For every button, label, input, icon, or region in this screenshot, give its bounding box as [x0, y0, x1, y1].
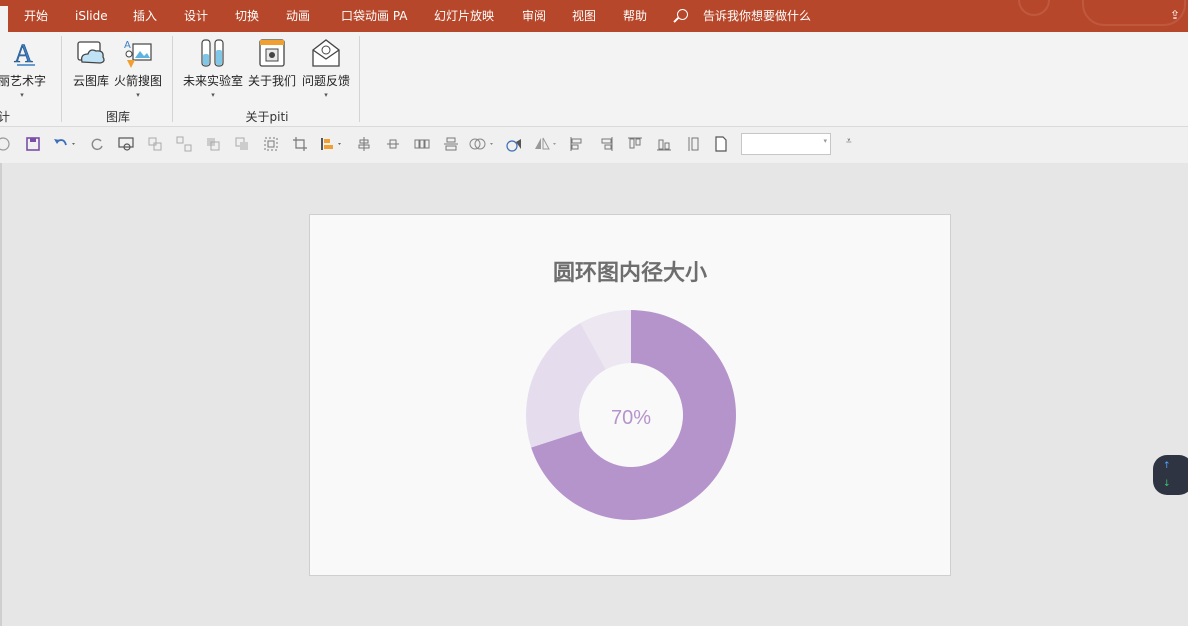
dog-icon[interactable] [505, 135, 523, 153]
tab-help[interactable]: 帮助 [623, 0, 647, 32]
ungroup-icon[interactable] [175, 135, 193, 153]
align-left-icon[interactable] [568, 135, 586, 153]
slideshow-icon[interactable] [117, 135, 135, 153]
chevron-down-icon: ▾ [136, 91, 140, 99]
feedback-button[interactable]: 问题反馈 ▾ [300, 36, 352, 99]
share-icon[interactable]: ⇪ [1170, 8, 1184, 22]
group-label-about-piti: 关于piti [245, 110, 289, 124]
tab-animations[interactable]: 动画 [286, 0, 310, 32]
future-lab-button[interactable]: 未来实验室 ▾ [182, 36, 244, 99]
flask-icon [196, 36, 230, 70]
feedback-mail-icon [309, 36, 343, 70]
decoration-circle [1018, 0, 1050, 16]
wordart-icon: A [5, 36, 39, 70]
tab-review[interactable]: 审阅 [522, 0, 546, 32]
size-combo-box[interactable]: ▾ [741, 133, 831, 155]
svg-text:A: A [124, 40, 131, 51]
cloud-gallery-label: 云图库 [72, 74, 109, 88]
chevron-down-icon: ▾ [324, 91, 328, 99]
slide-canvas[interactable]: 圆环图内径大小 70% [309, 214, 951, 576]
group-label-design-partial: 计 [0, 110, 11, 124]
future-lab-label: 未来实验室 [182, 74, 243, 88]
group-label-gallery: 图库 [105, 110, 130, 124]
align-top-icon[interactable] [626, 135, 644, 153]
crop-icon[interactable] [291, 135, 309, 153]
image-search-icon: A [121, 36, 155, 70]
tab-insert[interactable]: 插入 [133, 0, 157, 32]
group-separator [61, 36, 62, 122]
distribute-icon[interactable] [413, 135, 431, 153]
select-pane-icon[interactable] [262, 135, 280, 153]
tab-islide[interactable]: iSlide [75, 0, 108, 32]
redo-icon[interactable] [88, 135, 106, 153]
donut-chart: 70% [526, 310, 736, 520]
tab-slideshow[interactable]: 幻灯片放映 [434, 0, 494, 32]
align-middle-icon[interactable] [442, 135, 460, 153]
save-icon[interactable] [24, 135, 42, 153]
group-separator [172, 36, 173, 122]
about-us-button[interactable]: 关于我们 [247, 36, 297, 89]
align-right-icon[interactable] [597, 135, 615, 153]
chevron-down-icon: ▾ [20, 91, 24, 99]
svg-text:A: A [14, 39, 33, 68]
quick-access-toolbar: ▾ ⩡ [0, 127, 1188, 163]
align-menu-icon[interactable] [318, 135, 344, 153]
align-center-icon[interactable] [355, 135, 373, 153]
cloud-gallery-button[interactable]: 云图库 [70, 36, 112, 89]
ribbon: A 丽艺术字 ▾ 计 云图库 A 火箭搜图 ▾ 图库 未来实验室 ▾ 关于我们 … [0, 32, 1188, 127]
send-backward-icon[interactable] [233, 135, 251, 153]
chevron-down-icon: ▾ [211, 91, 215, 99]
group-separator [359, 36, 360, 122]
new-page-icon[interactable] [712, 135, 730, 153]
cloud-gallery-icon [74, 36, 108, 70]
group-icon[interactable] [146, 135, 164, 153]
flip-icon[interactable] [532, 135, 560, 153]
active-tab-strip [0, 6, 8, 32]
align-bottom-icon[interactable] [655, 135, 673, 153]
tell-me-search[interactable]: 告诉我你想要做什么 [703, 0, 811, 32]
undo-icon[interactable] [52, 135, 78, 153]
tab-home[interactable]: 开始 [24, 0, 48, 32]
tab-view[interactable]: 视图 [572, 0, 596, 32]
wordart-label: 丽艺术字 [0, 74, 46, 88]
ribbon-tab-bar: 开始 iSlide 插入 设计 切换 动画 口袋动画 PA 幻灯片放映 审阅 视… [0, 0, 1188, 32]
arrow-search-label: 火箭搜图 [113, 74, 162, 88]
search-icon[interactable] [677, 9, 688, 20]
floating-scroll-widget[interactable]: ↑ ↓ [1153, 455, 1188, 495]
chevron-down-icon: ▾ [823, 137, 827, 145]
about-us-icon [255, 36, 289, 70]
tab-design[interactable]: 设计 [184, 0, 208, 32]
wordart-button[interactable]: A 丽艺术字 ▾ [0, 36, 52, 99]
thumbnail-pane-edge [0, 163, 2, 626]
shape-combine-icon[interactable] [468, 135, 496, 153]
tab-pocket-animation[interactable]: 口袋动画 PA [341, 0, 408, 32]
height-icon[interactable] [684, 135, 702, 153]
arrow-down-icon[interactable]: ↓ [1163, 479, 1171, 489]
history-icon[interactable] [0, 135, 12, 153]
bring-forward-icon[interactable] [204, 135, 222, 153]
arrow-up-icon[interactable]: ↑ [1163, 461, 1171, 471]
distribute-horizontal-icon[interactable] [384, 135, 402, 153]
customize-toolbar-icon[interactable]: ⩡ [846, 136, 852, 147]
arrow-search-button[interactable]: A 火箭搜图 ▾ [113, 36, 163, 99]
about-us-label: 关于我们 [247, 74, 296, 88]
donut-center-label: 70% [611, 407, 651, 429]
feedback-label: 问题反馈 [301, 74, 350, 88]
tab-transitions[interactable]: 切换 [235, 0, 259, 32]
